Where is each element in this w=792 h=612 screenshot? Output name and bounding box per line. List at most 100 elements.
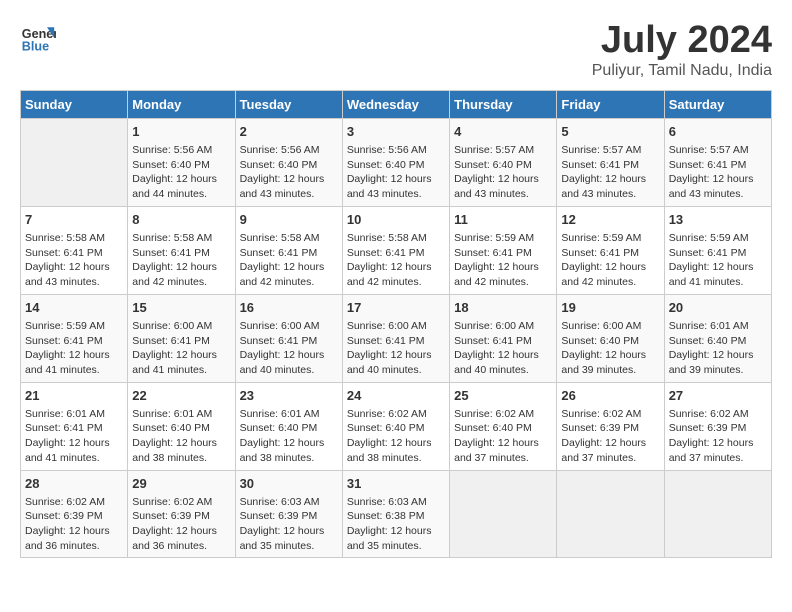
day-info-line: Sunset: 6:41 PM (561, 246, 659, 261)
day-info-line: Sunset: 6:41 PM (240, 246, 338, 261)
day-info-line: Sunset: 6:40 PM (669, 334, 767, 349)
day-info-line: Daylight: 12 hours (240, 260, 338, 275)
day-info-line: and 41 minutes. (132, 363, 230, 378)
day-info-line: Sunset: 6:41 PM (669, 158, 767, 173)
day-info-line: and 37 minutes. (454, 451, 552, 466)
day-info-line: Daylight: 12 hours (240, 436, 338, 451)
day-info-line: Sunset: 6:39 PM (240, 509, 338, 524)
day-number: 31 (347, 475, 445, 493)
day-info-line: Daylight: 12 hours (132, 260, 230, 275)
day-info-line: and 41 minutes. (669, 275, 767, 290)
day-info-line: Daylight: 12 hours (454, 172, 552, 187)
day-info-line: Daylight: 12 hours (454, 260, 552, 275)
calendar-cell: 11Sunrise: 5:59 AMSunset: 6:41 PMDayligh… (450, 206, 557, 294)
day-info-line: and 40 minutes. (240, 363, 338, 378)
day-info-line: Daylight: 12 hours (669, 348, 767, 363)
day-info-line: Sunrise: 6:00 AM (561, 319, 659, 334)
day-info-line: Daylight: 12 hours (132, 524, 230, 539)
day-info-line: and 38 minutes. (240, 451, 338, 466)
calendar-row-5: 28Sunrise: 6:02 AMSunset: 6:39 PMDayligh… (21, 470, 772, 558)
calendar-cell: 31Sunrise: 6:03 AMSunset: 6:38 PMDayligh… (342, 470, 449, 558)
day-info-line: Daylight: 12 hours (25, 348, 123, 363)
col-header-wednesday: Wednesday (342, 90, 449, 118)
day-number: 23 (240, 387, 338, 405)
day-number: 10 (347, 211, 445, 229)
day-info-line: Sunrise: 6:01 AM (240, 407, 338, 422)
location-subtitle: Puliyur, Tamil Nadu, India (592, 62, 772, 80)
day-info-line: Sunrise: 6:02 AM (132, 495, 230, 510)
day-info-line: Sunset: 6:40 PM (132, 158, 230, 173)
day-info-line: Sunrise: 5:57 AM (454, 143, 552, 158)
logo-icon: General Blue (20, 20, 56, 56)
day-info-line: and 36 minutes. (132, 539, 230, 554)
day-info-line: Daylight: 12 hours (240, 348, 338, 363)
day-info-line: Sunset: 6:41 PM (25, 421, 123, 436)
calendar-cell: 24Sunrise: 6:02 AMSunset: 6:40 PMDayligh… (342, 382, 449, 470)
day-info-line: Sunrise: 6:00 AM (132, 319, 230, 334)
day-info-line: and 39 minutes. (669, 363, 767, 378)
day-info-line: and 36 minutes. (25, 539, 123, 554)
day-info-line: Daylight: 12 hours (240, 172, 338, 187)
calendar-cell: 7Sunrise: 5:58 AMSunset: 6:41 PMDaylight… (21, 206, 128, 294)
day-info-line: Sunrise: 5:59 AM (25, 319, 123, 334)
calendar-row-4: 21Sunrise: 6:01 AMSunset: 6:41 PMDayligh… (21, 382, 772, 470)
day-info-line: Sunrise: 5:58 AM (132, 231, 230, 246)
calendar-cell: 22Sunrise: 6:01 AMSunset: 6:40 PMDayligh… (128, 382, 235, 470)
calendar-cell: 16Sunrise: 6:00 AMSunset: 6:41 PMDayligh… (235, 294, 342, 382)
calendar-row-3: 14Sunrise: 5:59 AMSunset: 6:41 PMDayligh… (21, 294, 772, 382)
day-number: 24 (347, 387, 445, 405)
day-info-line: Daylight: 12 hours (347, 172, 445, 187)
day-info-line: Sunrise: 6:00 AM (347, 319, 445, 334)
day-info-line: Sunrise: 6:01 AM (132, 407, 230, 422)
day-info-line: and 42 minutes. (347, 275, 445, 290)
day-info-line: Daylight: 12 hours (454, 348, 552, 363)
day-number: 14 (25, 299, 123, 317)
day-info-line: Daylight: 12 hours (561, 260, 659, 275)
day-info-line: Daylight: 12 hours (454, 436, 552, 451)
day-info-line: Sunrise: 6:01 AM (25, 407, 123, 422)
day-info-line: Daylight: 12 hours (25, 260, 123, 275)
day-number: 13 (669, 211, 767, 229)
day-info-line: Sunset: 6:39 PM (132, 509, 230, 524)
day-info-line: and 42 minutes. (561, 275, 659, 290)
day-number: 9 (240, 211, 338, 229)
day-info-line: Sunrise: 6:02 AM (347, 407, 445, 422)
day-number: 8 (132, 211, 230, 229)
calendar-cell: 25Sunrise: 6:02 AMSunset: 6:40 PMDayligh… (450, 382, 557, 470)
calendar-cell: 6Sunrise: 5:57 AMSunset: 6:41 PMDaylight… (664, 118, 771, 206)
day-info-line: and 37 minutes. (669, 451, 767, 466)
day-info-line: Sunset: 6:41 PM (454, 334, 552, 349)
col-header-sunday: Sunday (21, 90, 128, 118)
day-info-line: and 43 minutes. (25, 275, 123, 290)
day-info-line: and 42 minutes. (132, 275, 230, 290)
calendar-cell: 2Sunrise: 5:56 AMSunset: 6:40 PMDaylight… (235, 118, 342, 206)
day-info-line: Sunset: 6:41 PM (25, 246, 123, 261)
day-number: 6 (669, 123, 767, 141)
day-number: 4 (454, 123, 552, 141)
day-info-line: and 38 minutes. (132, 451, 230, 466)
day-info-line: Sunrise: 6:02 AM (25, 495, 123, 510)
day-info-line: Sunrise: 6:03 AM (240, 495, 338, 510)
header-row: SundayMondayTuesdayWednesdayThursdayFrid… (21, 90, 772, 118)
calendar-row-2: 7Sunrise: 5:58 AMSunset: 6:41 PMDaylight… (21, 206, 772, 294)
calendar-cell: 14Sunrise: 5:59 AMSunset: 6:41 PMDayligh… (21, 294, 128, 382)
calendar-cell (557, 470, 664, 558)
day-info-line: Sunset: 6:41 PM (240, 334, 338, 349)
day-info-line: Daylight: 12 hours (240, 524, 338, 539)
day-number: 26 (561, 387, 659, 405)
day-info-line: Sunrise: 5:56 AM (347, 143, 445, 158)
day-info-line: and 43 minutes. (240, 187, 338, 202)
day-info-line: and 43 minutes. (669, 187, 767, 202)
logo: General Blue (20, 20, 56, 56)
calendar-row-1: 1Sunrise: 5:56 AMSunset: 6:40 PMDaylight… (21, 118, 772, 206)
day-number: 7 (25, 211, 123, 229)
day-info-line: and 42 minutes. (454, 275, 552, 290)
calendar-cell (664, 470, 771, 558)
calendar-cell: 28Sunrise: 6:02 AMSunset: 6:39 PMDayligh… (21, 470, 128, 558)
day-number: 16 (240, 299, 338, 317)
calendar-cell: 10Sunrise: 5:58 AMSunset: 6:41 PMDayligh… (342, 206, 449, 294)
day-info-line: and 40 minutes. (454, 363, 552, 378)
day-info-line: Sunset: 6:40 PM (132, 421, 230, 436)
day-info-line: Daylight: 12 hours (132, 172, 230, 187)
calendar-cell: 8Sunrise: 5:58 AMSunset: 6:41 PMDaylight… (128, 206, 235, 294)
